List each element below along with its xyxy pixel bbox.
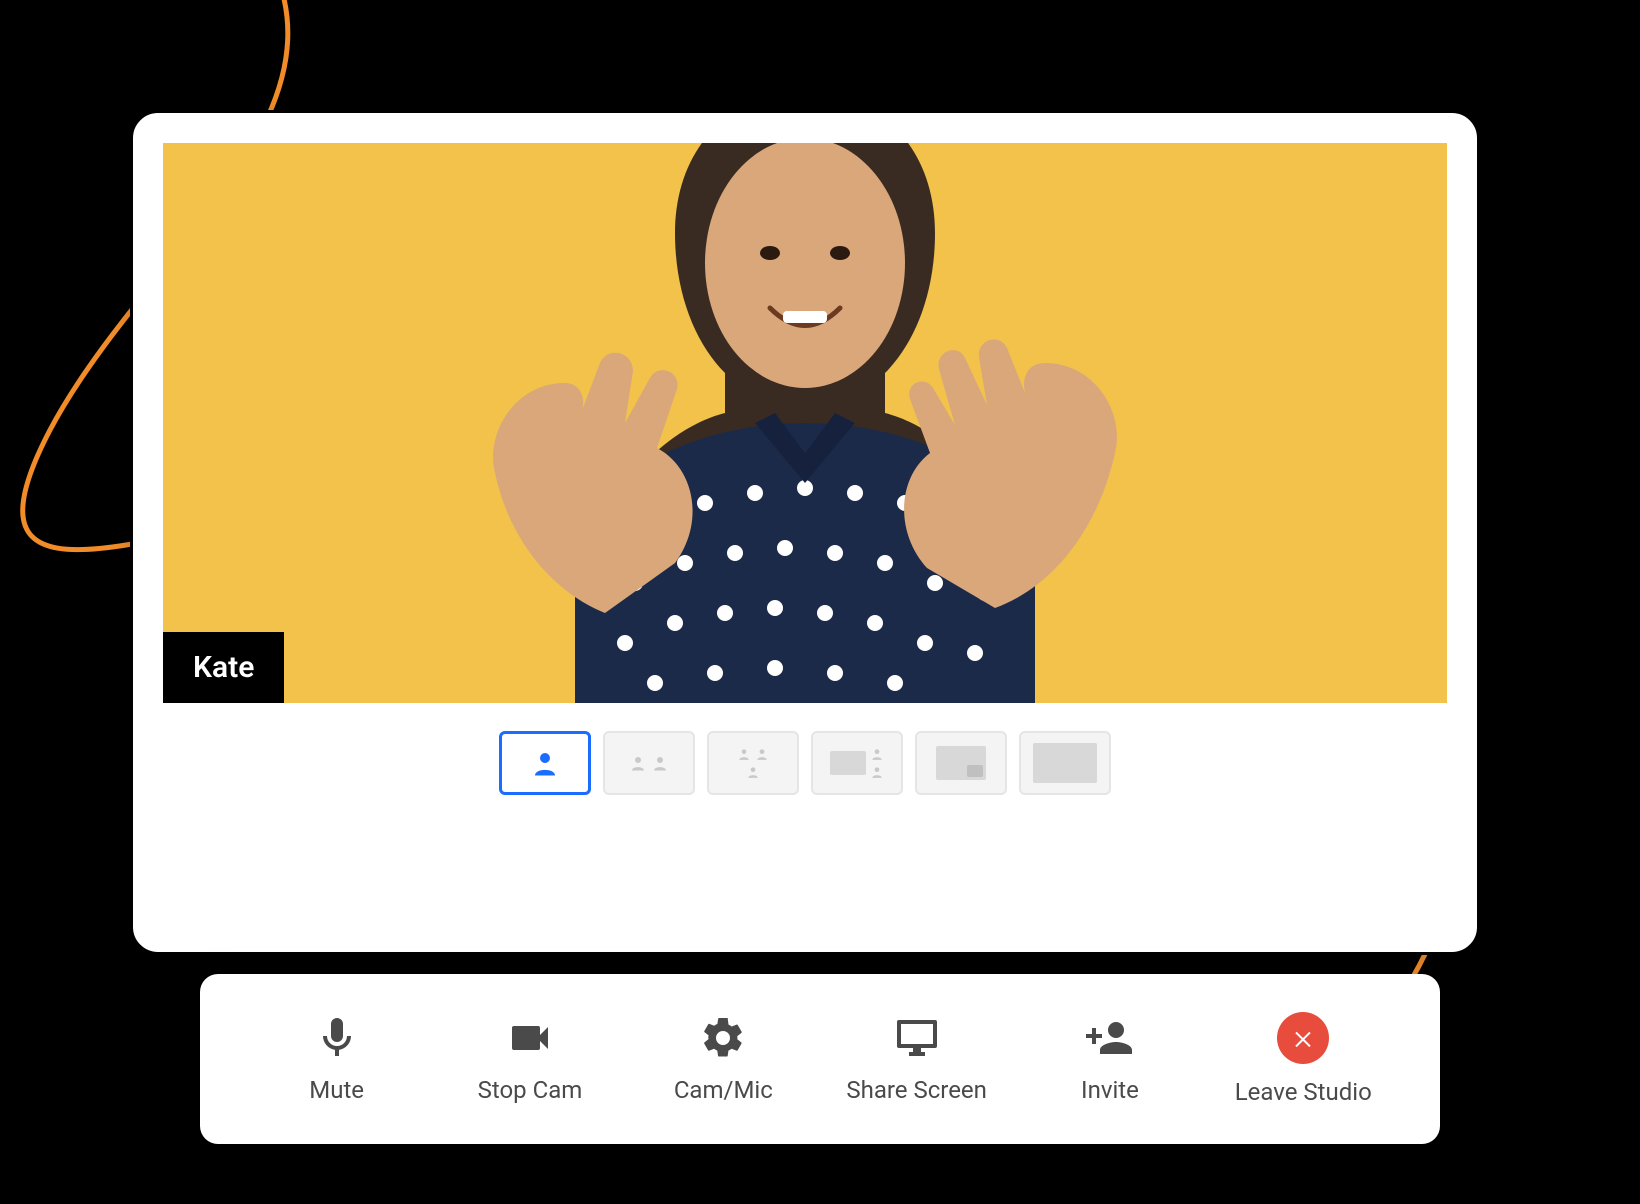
- stop-cam-label: Stop Cam: [478, 1076, 583, 1104]
- stop-cam-button[interactable]: Stop Cam: [455, 1014, 605, 1104]
- person-icon: [651, 754, 669, 772]
- person-icon: [709, 765, 797, 779]
- person-icon: [737, 747, 751, 761]
- person-icon: [629, 754, 647, 772]
- share-screen-label: Share Screen: [846, 1076, 987, 1104]
- cam-mic-button[interactable]: Cam/Mic: [648, 1014, 798, 1104]
- monitor-icon: [893, 1014, 941, 1062]
- video-area: Kate: [163, 143, 1447, 703]
- mute-label: Mute: [309, 1076, 364, 1104]
- control-toolbar: Mute Stop Cam Cam/Mic Share Screen Invit…: [200, 974, 1440, 1144]
- person-icon: [755, 747, 769, 761]
- leave-label: Leave Studio: [1235, 1078, 1372, 1106]
- layout-screen-only[interactable]: [1019, 731, 1111, 795]
- share-screen-button[interactable]: Share Screen: [842, 1014, 992, 1104]
- leave-studio-button[interactable]: Leave Studio: [1228, 1012, 1378, 1106]
- mute-button[interactable]: Mute: [262, 1014, 412, 1104]
- layout-two-up[interactable]: [603, 731, 695, 795]
- invite-button[interactable]: Invite: [1035, 1014, 1185, 1104]
- video-camera-icon: [506, 1014, 554, 1062]
- layout-grid-four[interactable]: [811, 731, 903, 795]
- layout-single[interactable]: [499, 731, 591, 795]
- layout-screen-pip[interactable]: [915, 731, 1007, 795]
- studio-window: Kate: [130, 110, 1480, 955]
- person-icon: [870, 765, 884, 779]
- cam-mic-label: Cam/Mic: [674, 1076, 773, 1104]
- microphone-icon: [313, 1014, 361, 1062]
- participant-name-badge: Kate: [163, 632, 284, 703]
- invite-label: Invite: [1081, 1076, 1139, 1104]
- person-icon: [530, 748, 560, 778]
- gear-icon: [699, 1014, 747, 1062]
- participant-name: Kate: [193, 650, 254, 685]
- person-icon: [870, 747, 884, 761]
- layout-selector: [163, 731, 1447, 795]
- close-icon: [1277, 1012, 1329, 1064]
- layout-three-up[interactable]: [707, 731, 799, 795]
- add-person-icon: [1086, 1014, 1134, 1062]
- participant-video: [425, 143, 1185, 703]
